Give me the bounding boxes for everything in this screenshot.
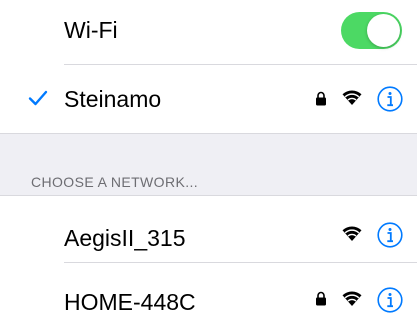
network-row[interactable]: HOME-448C <box>0 263 417 333</box>
section-title: CHOOSE A NETWORK... <box>31 174 199 190</box>
wifi-settings-screen: Wi-Fi Steinamo CHOOSE A NETWORK... Aegis… <box>0 0 417 333</box>
info-icon[interactable] <box>377 86 403 112</box>
info-icon[interactable] <box>377 222 403 248</box>
wifi-label: Wi-Fi <box>64 17 118 43</box>
wifi-toggle-row: Wi-Fi <box>0 0 417 64</box>
network-name: HOME-448C <box>64 289 196 315</box>
network-name: AegisII_315 <box>64 225 186 251</box>
lock-icon <box>316 91 326 106</box>
checkmark-icon <box>28 90 48 106</box>
network-row-current[interactable]: Steinamo <box>0 65 417 133</box>
info-icon[interactable] <box>377 287 403 313</box>
section-header: CHOOSE A NETWORK... <box>0 133 417 196</box>
network-row[interactable]: AegisII_315 <box>0 196 417 262</box>
lock-icon <box>316 291 326 306</box>
toggle-knob <box>367 14 400 47</box>
wifi-signal-icon <box>342 90 362 105</box>
wifi-signal-icon <box>342 291 362 306</box>
wifi-toggle-switch[interactable] <box>341 12 402 49</box>
network-name: Steinamo <box>64 86 162 112</box>
wifi-signal-icon <box>342 226 362 241</box>
